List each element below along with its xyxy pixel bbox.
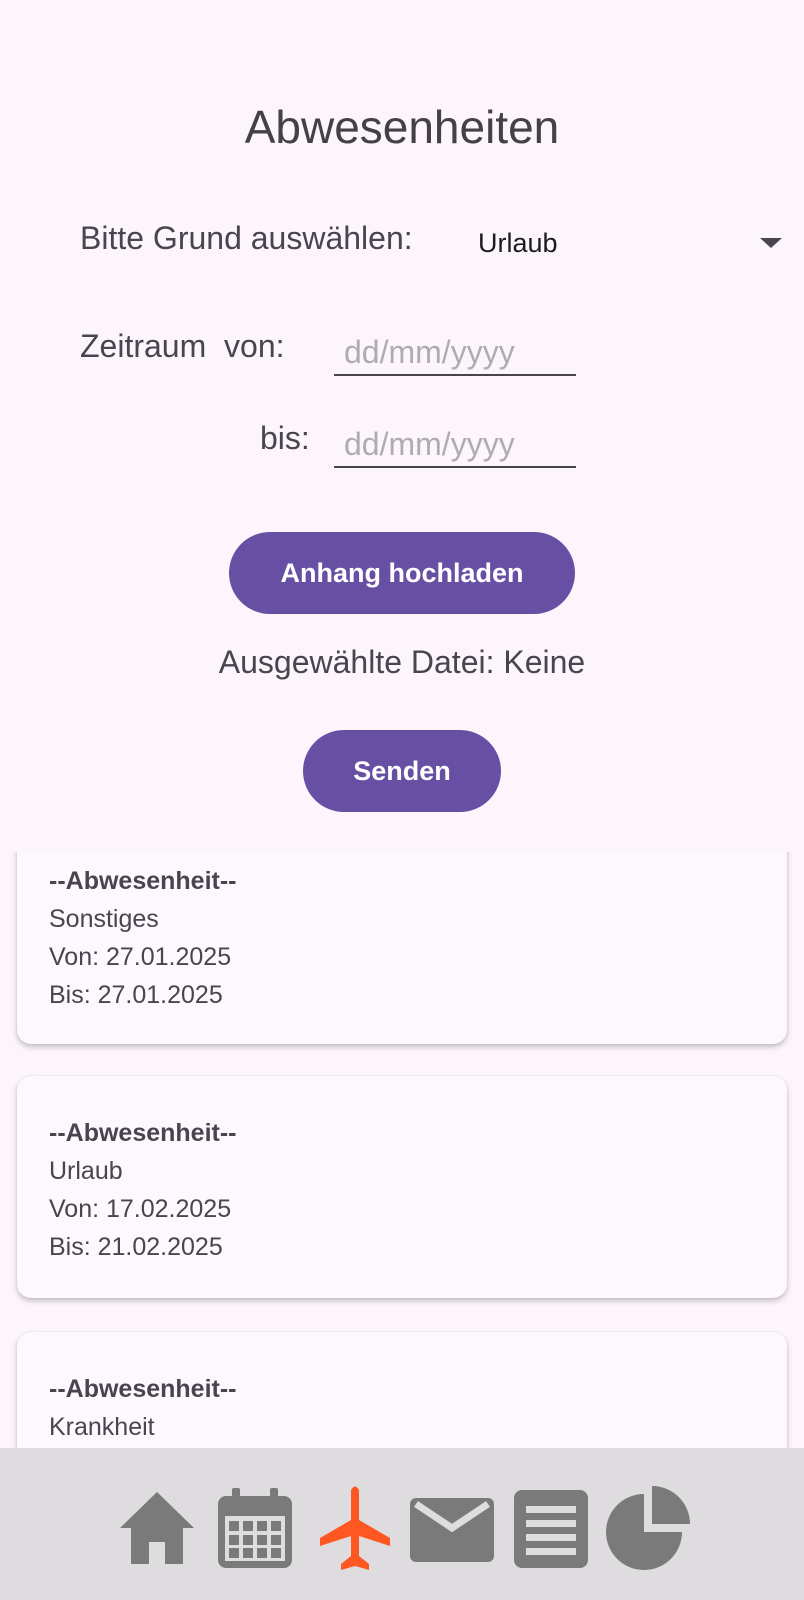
absence-list[interactable]: --Abwesenheit-- Sonstiges Von: 27.01.202… <box>0 852 804 1448</box>
absence-card[interactable]: --Abwesenheit-- Urlaub Von: 17.02.2025 B… <box>17 1076 787 1298</box>
absence-type: Urlaub <box>49 1157 123 1185</box>
home-icon[interactable] <box>114 1484 200 1574</box>
absence-header: --Abwesenheit-- <box>49 867 237 895</box>
period-from-label: Zeitraum von: <box>80 328 285 364</box>
bottom-navigation <box>0 1448 804 1600</box>
period-to-label: bis: <box>260 420 310 456</box>
airplane-icon[interactable] <box>312 1484 398 1574</box>
absence-from: Von: 27.01.2025 <box>49 943 232 971</box>
selected-file-label: Ausgewählte Datei: Keine <box>218 644 586 680</box>
reason-selected-value: Urlaub <box>478 228 558 258</box>
date-from-input[interactable] <box>334 330 576 376</box>
absence-card[interactable]: --Abwesenheit-- Sonstiges Von: 27.01.202… <box>17 852 787 1044</box>
absence-to: Bis: 27.01.2025 <box>49 981 223 1009</box>
absence-type: Sonstiges <box>49 905 159 933</box>
absence-from: Von: 17.02.2025 <box>49 1195 232 1223</box>
reason-label: Bitte Grund auswählen: <box>80 220 413 256</box>
date-to-input[interactable] <box>334 422 576 468</box>
dropdown-arrow-icon <box>760 238 782 248</box>
absence-header: --Abwesenheit-- <box>49 1375 237 1403</box>
list-icon[interactable] <box>510 1484 596 1574</box>
absence-to: Bis: 21.02.2025 <box>49 1233 223 1261</box>
page-title: Abwesenheiten <box>244 101 560 153</box>
reason-dropdown[interactable]: Urlaub <box>478 224 790 264</box>
mail-icon[interactable] <box>406 1484 498 1574</box>
send-button[interactable]: Senden <box>303 730 501 812</box>
calendar-icon[interactable] <box>212 1484 298 1574</box>
absence-card[interactable]: --Abwesenheit-- Krankheit <box>17 1332 787 1448</box>
upload-attachment-button[interactable]: Anhang hochladen <box>229 532 575 614</box>
absence-header: --Abwesenheit-- <box>49 1119 237 1147</box>
pie-chart-icon[interactable] <box>606 1484 692 1574</box>
absence-type: Krankheit <box>49 1413 155 1441</box>
